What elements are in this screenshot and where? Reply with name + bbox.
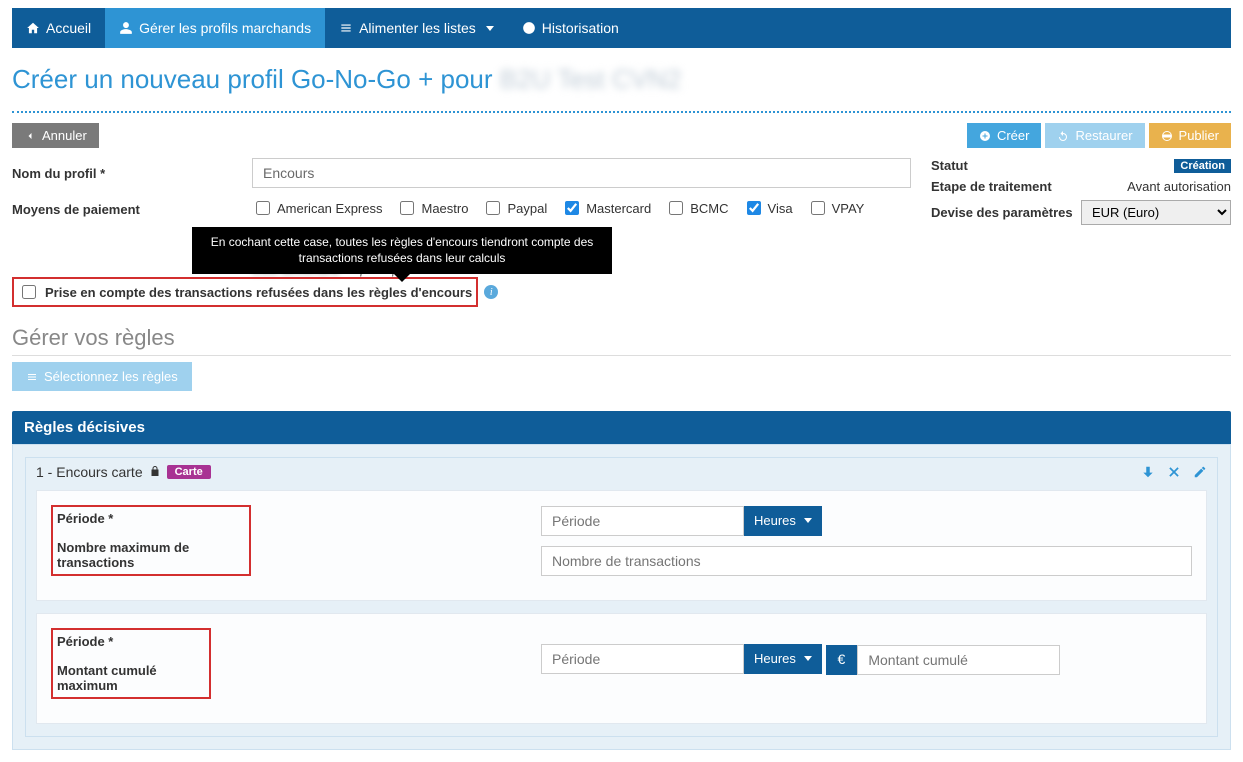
restore-button[interactable]: Restaurer xyxy=(1045,123,1144,148)
nav-lists-label: Alimenter les listes xyxy=(359,20,476,36)
cancel-button[interactable]: Annuler xyxy=(12,123,99,148)
info-icon[interactable]: i xyxy=(484,285,498,299)
max-amount-label: Montant cumulé maximum xyxy=(57,663,205,693)
rules-panel: Règles décisives 1 - Encours carte Carte xyxy=(12,411,1231,750)
refused-tx-row: En cochant cette case, toutes les règles… xyxy=(12,277,1231,307)
pay-method-label: Mastercard xyxy=(586,201,651,216)
refresh-icon xyxy=(1057,130,1069,142)
nav-home[interactable]: Accueil xyxy=(12,8,105,48)
delete-icon[interactable] xyxy=(1167,465,1181,479)
edit-icon[interactable] xyxy=(1193,465,1207,479)
move-down-icon[interactable] xyxy=(1141,465,1155,479)
currency-select[interactable]: EUR (Euro) xyxy=(1081,200,1231,225)
page-title-prefix: Créer un nouveau profil Go-No-Go + pour xyxy=(12,64,493,94)
pay-method-checkbox[interactable] xyxy=(486,201,500,215)
period-input-1[interactable] xyxy=(541,506,744,536)
list-icon xyxy=(339,21,353,35)
publish-label: Publier xyxy=(1179,128,1219,143)
pay-method-vpay[interactable]: VPAY xyxy=(807,198,865,218)
lock-icon xyxy=(149,464,161,480)
pay-method-maestro[interactable]: Maestro xyxy=(396,198,468,218)
pay-method-checkbox[interactable] xyxy=(565,201,579,215)
pay-method-label: Maestro xyxy=(421,201,468,216)
tooltip-bubble: En cochant cette case, toutes les règles… xyxy=(192,227,612,274)
pay-method-bcmc[interactable]: BCMC xyxy=(665,198,728,218)
pay-method-label: American Express xyxy=(277,201,382,216)
status-badge: Création xyxy=(1174,159,1231,173)
cancel-label: Annuler xyxy=(42,128,87,143)
max-tx-input[interactable] xyxy=(541,546,1192,576)
step-value: Avant autorisation xyxy=(1127,179,1231,194)
profile-name-label: Nom du profil * xyxy=(12,166,252,181)
nav-profiles-label: Gérer les profils marchands xyxy=(139,20,311,36)
pay-method-checkbox[interactable] xyxy=(669,201,683,215)
list-icon xyxy=(26,371,38,383)
pay-method-label: BCMC xyxy=(690,201,728,216)
currency-label: Devise des paramètres xyxy=(931,205,1073,220)
pay-method-checkbox[interactable] xyxy=(256,201,270,215)
plus-circle-icon xyxy=(979,130,991,142)
pay-method-visa[interactable]: Visa xyxy=(743,198,793,218)
publish-button[interactable]: Publier xyxy=(1149,123,1231,148)
refused-tx-checkbox[interactable] xyxy=(22,285,36,299)
euro-addon: € xyxy=(826,645,858,675)
nav-history[interactable]: Historisation xyxy=(508,8,633,48)
period-label-1: Période * xyxy=(57,511,113,526)
pay-method-american-express[interactable]: American Express xyxy=(252,198,382,218)
rule-1-tag: Carte xyxy=(167,465,211,479)
select-rules-button[interactable]: Sélectionnez les règles xyxy=(12,362,192,391)
pay-method-checkbox[interactable] xyxy=(400,201,414,215)
action-bar: Annuler Créer Restaurer Publier xyxy=(0,123,1243,158)
status-label: Statut xyxy=(931,158,968,173)
nav-home-label: Accueil xyxy=(46,20,91,36)
top-navbar: Accueil Gérer les profils marchands Alim… xyxy=(12,8,1231,48)
profile-name-input[interactable] xyxy=(252,158,911,188)
main-row: Nom du profil * Moyens de paiement Ameri… xyxy=(0,158,1243,277)
globe-icon xyxy=(1161,130,1173,142)
max-tx-label: Nombre maximum de transactions xyxy=(57,540,245,570)
page-title-row: Créer un nouveau profil Go-No-Go + pour … xyxy=(0,48,1243,103)
pay-method-label: VPAY xyxy=(832,201,865,216)
select-rules-label: Sélectionnez les règles xyxy=(44,369,178,384)
pay-method-checkbox[interactable] xyxy=(747,201,761,215)
period-unit-select-1[interactable]: Heures xyxy=(744,506,822,536)
restore-label: Restaurer xyxy=(1075,128,1132,143)
dotted-separator xyxy=(12,111,1231,113)
pay-method-paypal[interactable]: Paypal xyxy=(482,198,547,218)
page-title: Créer un nouveau profil Go-No-Go + pour … xyxy=(12,64,681,94)
pay-method-checkbox[interactable] xyxy=(811,201,825,215)
clock-icon xyxy=(522,21,536,35)
pay-method-mastercard[interactable]: Mastercard xyxy=(561,198,651,218)
page-title-merchant: B2U Test CVN2 xyxy=(500,64,682,94)
pay-method-label: Visa xyxy=(768,201,793,216)
home-icon xyxy=(26,21,40,35)
side-panel: Statut Création Etape de traitement Avan… xyxy=(931,158,1231,277)
rule-block-1: 1 - Encours carte Carte Pé xyxy=(25,457,1218,737)
pay-methods-label: Moyens de paiement xyxy=(12,198,252,217)
nav-history-label: Historisation xyxy=(542,20,619,36)
step-label: Etape de traitement xyxy=(931,179,1052,194)
max-amount-input[interactable] xyxy=(857,645,1060,675)
refused-tx-label: Prise en compte des transactions refusée… xyxy=(45,285,472,300)
chevron-left-icon xyxy=(24,130,36,142)
rules-panel-title: Règles décisives xyxy=(12,411,1231,444)
create-button[interactable]: Créer xyxy=(967,123,1042,148)
rule-1-title: 1 - Encours carte xyxy=(36,464,143,480)
nav-lists[interactable]: Alimenter les listes xyxy=(325,8,508,48)
nav-profiles[interactable]: Gérer les profils marchands xyxy=(105,8,325,48)
period-unit-select-2[interactable]: Heures xyxy=(744,644,822,674)
user-icon xyxy=(119,21,133,35)
rules-section-title: Gérer vos règles xyxy=(12,325,1231,356)
create-label: Créer xyxy=(997,128,1030,143)
period-input-2[interactable] xyxy=(541,644,744,674)
pay-method-label: Paypal xyxy=(507,201,547,216)
